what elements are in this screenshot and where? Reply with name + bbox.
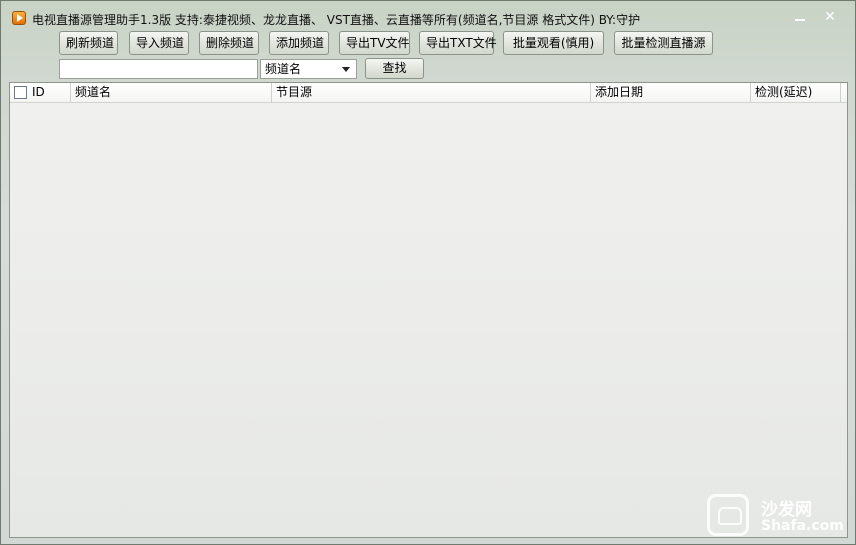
- import-channels-button[interactable]: 导入频道: [129, 31, 189, 55]
- refresh-channels-button[interactable]: 刷新频道: [59, 31, 118, 55]
- column-header-source[interactable]: 节目源: [272, 83, 591, 103]
- export-tv-file-button[interactable]: 导出TV文件: [339, 31, 410, 55]
- watermark-name: 沙发网: [761, 500, 812, 520]
- close-icon: ✕: [824, 9, 836, 25]
- export-txt-file-button[interactable]: 导出TXT文件: [419, 31, 497, 55]
- shafa-watermark: 沙发网 Shafa.com: [707, 494, 847, 538]
- app-window: 电视直播源管理助手1.3版 支持:泰捷视频、龙龙直播、 VST直播、云直播等所有…: [0, 0, 856, 545]
- minimize-icon: [795, 19, 805, 21]
- title-bar[interactable]: 电视直播源管理助手1.3版 支持:泰捷视频、龙龙直播、 VST直播、云直播等所有…: [1, 1, 855, 29]
- batch-check-sources-button[interactable]: 批量检测直播源: [614, 31, 713, 55]
- search-input[interactable]: [59, 59, 258, 79]
- select-all-checkbox[interactable]: [14, 86, 27, 99]
- toolbar: 刷新频道 导入频道 删除频道 添加频道 导出TV文件 导出TXT文件 批量观看(…: [1, 31, 855, 57]
- app-play-icon: [12, 11, 26, 25]
- search-field-selected: 频道名: [265, 62, 302, 76]
- sofa-icon: [707, 494, 749, 536]
- watermark-domain: Shafa.com: [761, 518, 844, 534]
- column-label-id: ID: [32, 85, 45, 99]
- column-header-id[interactable]: ID: [10, 83, 71, 103]
- minimize-button[interactable]: [789, 9, 811, 25]
- search-row: 频道名 查找: [1, 58, 855, 80]
- window-title: 电视直播源管理助手1.3版 支持:泰捷视频、龙龙直播、 VST直播、云直播等所有…: [32, 13, 641, 27]
- find-button[interactable]: 查找: [365, 58, 424, 79]
- chevron-down-icon: [342, 67, 350, 72]
- list-header: ID 频道名 节目源 添加日期 检测(延迟): [10, 83, 847, 103]
- column-header-date-added[interactable]: 添加日期: [591, 83, 751, 103]
- search-field-select[interactable]: 频道名: [260, 59, 357, 79]
- delete-channels-button[interactable]: 删除频道: [199, 31, 259, 55]
- column-header-channel-name[interactable]: 频道名: [71, 83, 272, 103]
- batch-watch-button[interactable]: 批量观看(慎用): [503, 31, 604, 55]
- add-channel-button[interactable]: 添加频道: [269, 31, 329, 55]
- column-header-check-latency[interactable]: 检测(延迟): [751, 83, 841, 103]
- close-button[interactable]: ✕: [819, 9, 841, 25]
- channel-list[interactable]: ID 频道名 节目源 添加日期 检测(延迟): [9, 82, 848, 538]
